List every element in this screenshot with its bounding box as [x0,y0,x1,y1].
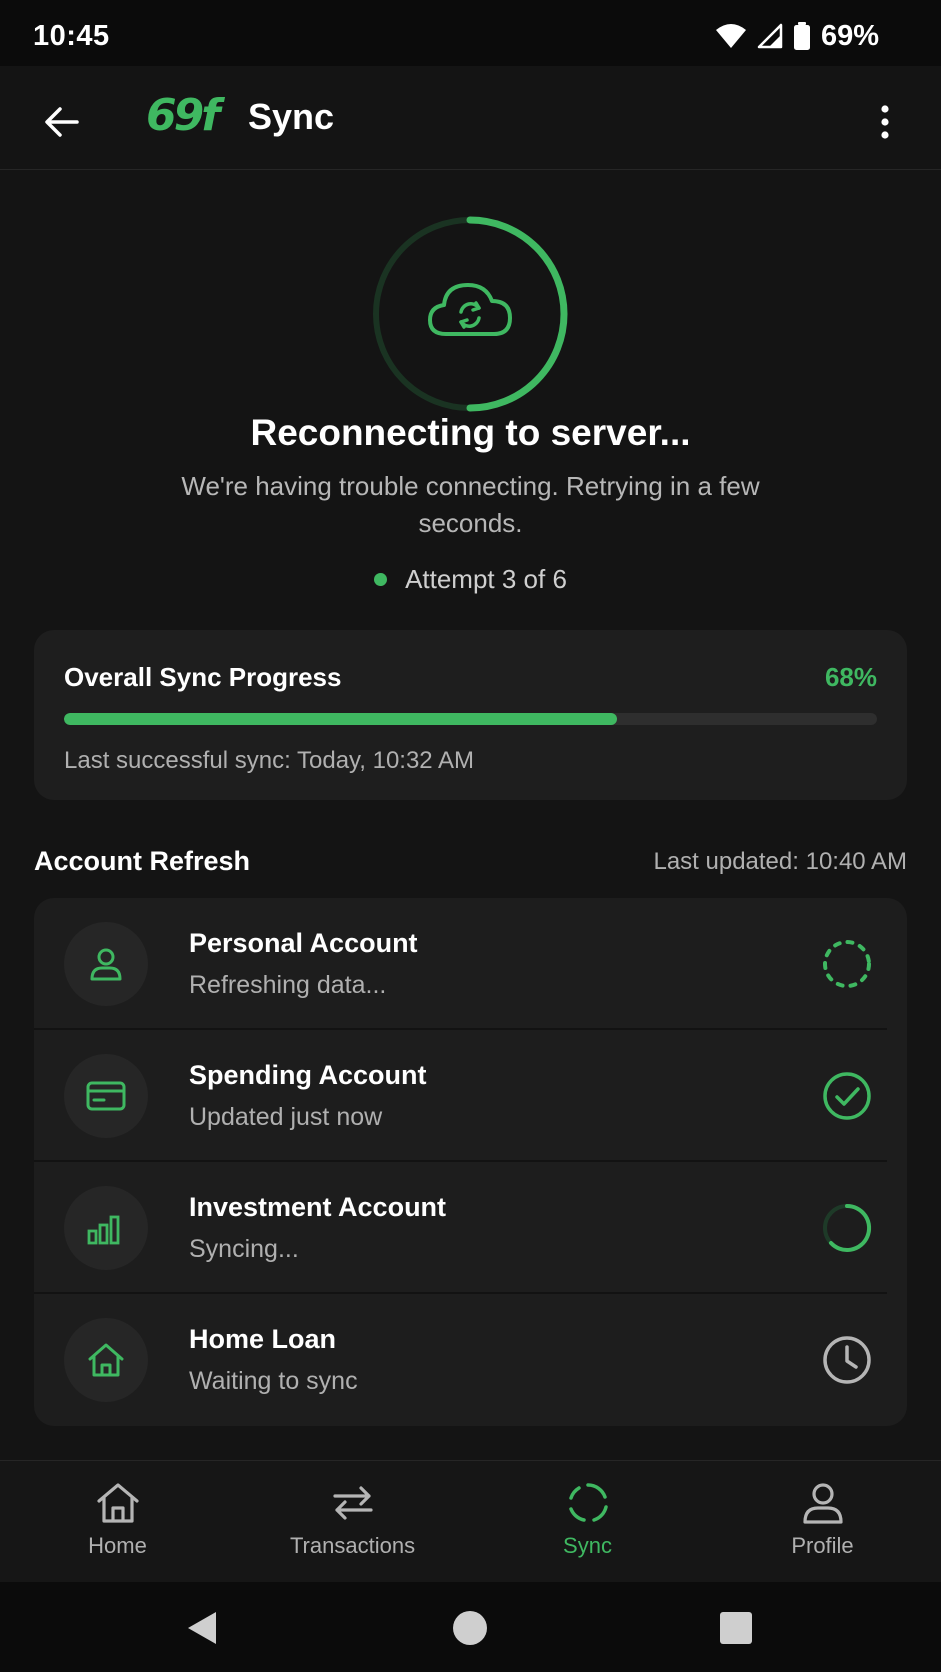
cloud-sync-icon [428,283,512,336]
sync-ring-arc [466,216,568,412]
account-status: Updated just now [189,1103,383,1131]
nav-item-home[interactable]: Home [0,1461,235,1583]
home-icon [96,1483,139,1523]
check-circle-icon [823,1072,871,1120]
account-icon-badge [64,922,148,1006]
arrow-left-icon [45,107,79,137]
sync-status-message: We're having trouble connecting. Retryin… [181,471,760,538]
more-vertical-icon [881,105,889,139]
nav-label: Profile [791,1533,854,1558]
status-time: 10:45 [33,20,110,52]
system-navigation-bar [0,1582,941,1672]
progress-bar [64,713,877,725]
more-options-button[interactable] [857,94,913,150]
page-title: Sync [248,96,335,137]
account-status: Refreshing data... [189,971,387,999]
cell-signal-icon [757,23,783,49]
battery-percent: 69% [820,19,879,52]
progress-percent: 68% [824,662,877,692]
account-name: Spending Account [189,1060,427,1090]
nav-item-profile[interactable]: Profile [705,1461,940,1583]
attempt-count: Attempt 3 of 6 [405,564,567,594]
account-row-investment[interactable]: Investment Account Syncing... [34,1162,907,1294]
last-successful-sync: Last successful sync: Today, 10:32 AM [64,747,474,774]
section-title-account-refresh: Account Refresh [34,846,251,876]
account-name: Investment Account [189,1192,447,1222]
sync-icon [568,1483,608,1522]
brand-logo: 69f [146,90,220,141]
overall-progress-card: Overall Sync Progress 68% Last successfu… [34,630,907,800]
account-status: Waiting to sync [189,1367,358,1395]
nav-label: Sync [563,1533,612,1558]
system-recents-icon[interactable] [716,1608,756,1648]
sync-progress-ring [373,216,568,412]
sync-screen: 10:45 69% 69f Sync Reconnecting to serve… [0,0,941,1672]
system-back-icon[interactable] [182,1608,222,1648]
account-row-home-loan[interactable]: Home Loan Waiting to sync [34,1294,907,1426]
account-list: Personal Account Refreshing data... Spen… [34,898,907,1426]
progress-title: Overall Sync Progress [64,662,342,692]
user-icon [90,948,122,981]
user-icon [802,1483,843,1524]
bottom-navigation: Home Transactions Sync Profile [0,1460,941,1583]
nav-item-sync[interactable]: Sync [470,1461,705,1583]
clock-icon [823,1336,871,1384]
system-home-icon[interactable] [450,1608,490,1648]
app-bar: 69f Sync [0,66,941,170]
account-icon-badge [64,1318,148,1402]
account-icon-badge [64,1054,148,1138]
status-indicators: 69% [715,18,879,54]
back-button[interactable] [34,94,90,150]
sync-status-title: Reconnecting to server... [250,412,691,453]
credit-card-icon [86,1081,126,1111]
status-bar: 10:45 69% [0,0,941,66]
status-dot [374,573,388,586]
bar-chart-icon [87,1215,120,1245]
last-updated-label: Last updated: 10:40 AM [653,848,907,875]
refreshing-spinner-icon [823,940,871,988]
syncing-spinner-icon [823,1203,872,1252]
home-icon [88,1343,124,1377]
swap-arrows-icon [332,1486,373,1520]
account-icon-badge [64,1186,148,1270]
nav-label: Home [88,1533,147,1558]
wifi-icon [715,24,746,48]
attempt-indicator: Attempt 3 of 6 [0,564,941,595]
progress-bar-fill [64,713,617,725]
account-name: Home Loan [189,1324,337,1354]
nav-label: Transactions [289,1533,416,1558]
account-name: Personal Account [189,928,418,958]
battery-icon [793,22,810,50]
account-row-spending[interactable]: Spending Account Updated just now [34,1030,907,1162]
account-status: Syncing... [189,1235,299,1263]
account-row-personal[interactable]: Personal Account Refreshing data... [34,898,907,1030]
nav-item-transactions[interactable]: Transactions [235,1461,470,1583]
